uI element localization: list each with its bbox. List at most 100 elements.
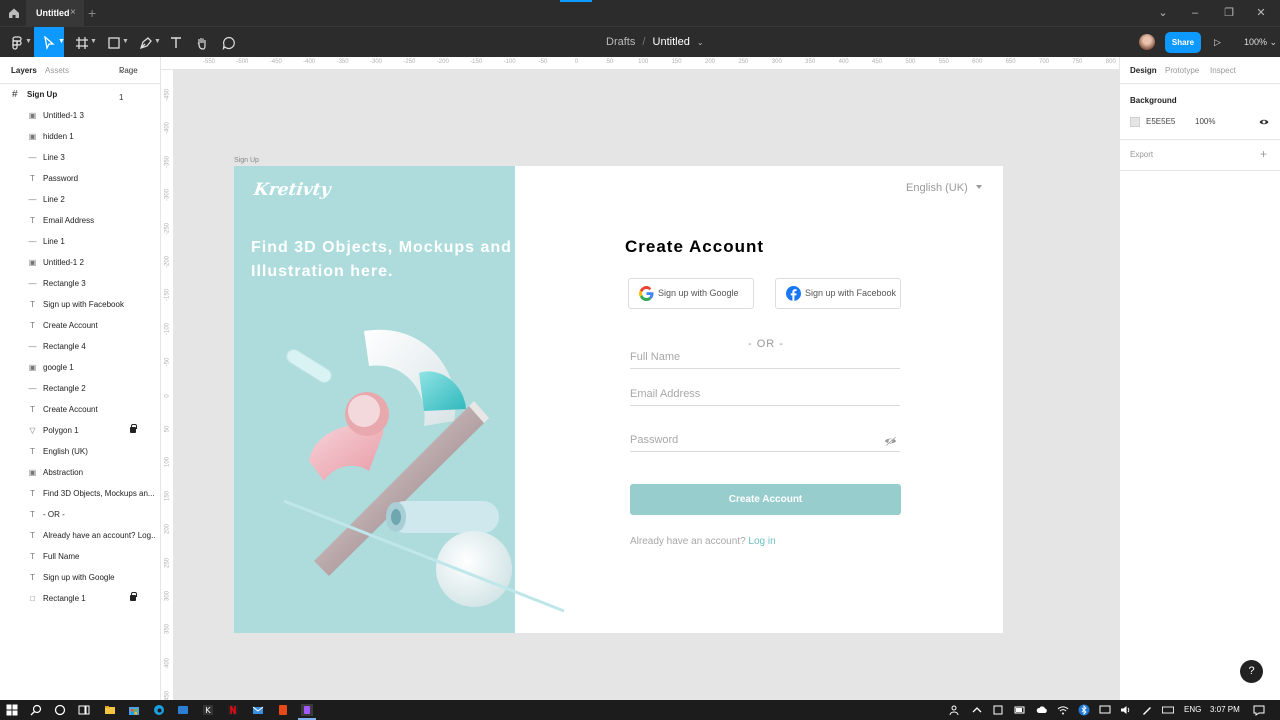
layer-item[interactable]: T Create Account (0, 399, 160, 420)
background-color-swatch[interactable] (1130, 117, 1140, 127)
tab-inspect[interactable]: Inspect (1210, 57, 1236, 84)
chevron-down-icon[interactable]: ⌄ (697, 38, 704, 47)
cortana-icon[interactable] (54, 704, 66, 716)
input-language[interactable]: ENG (1184, 700, 1201, 720)
app-icon[interactable] (177, 704, 189, 716)
chevron-down-icon[interactable] (976, 185, 982, 189)
comment-tool[interactable] (214, 27, 244, 58)
tab-layers[interactable]: Layers (11, 57, 37, 84)
layer-item[interactable]: T Sign up with Facebook (0, 294, 160, 315)
layer-item[interactable]: ▣ Untitled-1 3 (0, 105, 160, 126)
tab-prototype[interactable]: Prototype (1165, 57, 1199, 84)
pen-icon[interactable] (1141, 704, 1153, 716)
eye-icon[interactable] (1259, 118, 1269, 126)
chevron-down-icon[interactable]: ▼ (58, 38, 65, 45)
email-input[interactable] (630, 384, 880, 400)
login-link[interactable]: Log in (748, 536, 775, 547)
email-field[interactable] (630, 384, 900, 406)
netflix-icon[interactable] (227, 704, 239, 716)
layer-item[interactable]: — Rectangle 2 (0, 378, 160, 399)
tab-design[interactable]: Design (1130, 57, 1157, 84)
layer-item[interactable]: — Line 3 (0, 147, 160, 168)
chevron-down-icon[interactable]: ▼ (154, 38, 161, 45)
cloud-icon[interactable] (1036, 704, 1048, 716)
battery-icon[interactable] (1014, 704, 1026, 716)
wifi-icon[interactable] (1057, 704, 1069, 716)
chevron-down-icon[interactable]: ⌄ (1155, 0, 1171, 26)
full-name-input[interactable] (630, 347, 880, 363)
layer-item[interactable]: ▽ Polygon 1 (0, 420, 160, 441)
lock-icon[interactable] (130, 592, 137, 601)
hand-tool[interactable] (187, 27, 217, 58)
figma-taskbar-icon[interactable] (301, 704, 313, 716)
new-tab-icon[interactable]: + (88, 0, 96, 26)
create-account-button[interactable]: Create Account (630, 484, 901, 515)
full-name-field[interactable] (630, 347, 900, 369)
tab-assets[interactable]: Assets (45, 57, 69, 84)
windows-start-icon[interactable] (6, 704, 18, 716)
layer-item[interactable]: T Sign up with Google (0, 567, 160, 588)
layer-item[interactable]: — Rectangle 3 (0, 273, 160, 294)
chevron-down-icon[interactable]: ▼ (90, 38, 97, 45)
office-icon[interactable] (277, 704, 289, 716)
layer-item[interactable]: T Find 3D Objects, Mockups an... (0, 483, 160, 504)
share-button[interactable]: Share (1165, 32, 1201, 53)
home-icon[interactable] (8, 7, 20, 19)
breadcrumb-folder[interactable]: Drafts (606, 36, 635, 48)
layer-item[interactable]: T Email Address (0, 210, 160, 231)
background-hex[interactable]: E5E5E5 (1146, 117, 1175, 126)
notifications-icon[interactable] (1253, 704, 1265, 716)
layer-item[interactable]: T - OR - (0, 504, 160, 525)
minimize-icon[interactable]: – (1187, 0, 1203, 26)
people-icon[interactable] (949, 704, 961, 716)
help-button[interactable]: ? (1240, 660, 1263, 683)
file-explorer-icon[interactable] (104, 704, 116, 716)
layer-item[interactable]: ▣ Abstraction (0, 462, 160, 483)
layer-item[interactable]: T Password (0, 168, 160, 189)
layer-item[interactable]: □ Rectangle 1 (0, 588, 160, 609)
layer-item[interactable]: — Rectangle 4 (0, 336, 160, 357)
frame-label[interactable]: Sign Up (234, 157, 259, 164)
chevron-up-icon[interactable] (971, 704, 983, 716)
edge-icon[interactable] (153, 704, 165, 716)
volume-icon[interactable] (1120, 704, 1132, 716)
mail-icon[interactable] (252, 704, 264, 716)
layer-item[interactable]: T English (UK) (0, 441, 160, 462)
layer-frame-sign-up[interactable]: # Sign Up (0, 84, 160, 105)
close-tab-icon[interactable]: × (70, 0, 76, 26)
breadcrumb-file[interactable]: Untitled (653, 36, 690, 48)
store-icon[interactable] (128, 704, 140, 716)
chevron-down-icon[interactable]: ▼ (122, 38, 129, 45)
tray-app-icon[interactable] (992, 704, 1004, 716)
present-play-icon[interactable]: ▷ (1214, 27, 1221, 58)
layer-item[interactable]: T Full Name (0, 546, 160, 567)
add-export-icon[interactable]: + (1260, 147, 1267, 161)
display-icon[interactable] (1099, 704, 1111, 716)
layer-item[interactable]: ▣ Untitled-1 2 (0, 252, 160, 273)
bluetooth-icon[interactable] (1078, 704, 1090, 716)
lock-icon[interactable] (130, 424, 137, 433)
background-opacity[interactable]: 100% (1195, 117, 1215, 126)
chevron-down-icon[interactable]: ▼ (25, 38, 32, 45)
eye-off-icon[interactable] (884, 436, 897, 446)
language-selector[interactable]: English (UK) (906, 182, 968, 194)
clock[interactable]: 3:07 PM (1210, 700, 1240, 720)
zoom-dropdown[interactable]: 100% ⌄ (1244, 27, 1277, 58)
layer-item[interactable]: T Create Account (0, 315, 160, 336)
layer-item[interactable]: ▣ hidden 1 (0, 126, 160, 147)
avatar[interactable] (1139, 34, 1155, 50)
page-selector[interactable]: Page 1 ⌄ (119, 57, 138, 102)
facebook-signup-button[interactable]: Sign up with Facebook (775, 278, 901, 309)
app-icon[interactable]: K (202, 704, 214, 716)
layer-item[interactable]: T Already have an account? Log... (0, 525, 160, 546)
close-window-icon[interactable]: ✕ (1253, 0, 1269, 26)
password-input[interactable] (630, 430, 880, 446)
password-field[interactable] (630, 430, 900, 452)
maximize-icon[interactable]: ❐ (1221, 0, 1237, 26)
layer-item[interactable]: — Line 2 (0, 189, 160, 210)
google-signup-button[interactable]: Sign up with Google (628, 278, 754, 309)
layer-item[interactable]: — Line 1 (0, 231, 160, 252)
sign-up-frame[interactable]: Kretivty Find 3D Objects, Mockups and Il… (234, 166, 1003, 633)
task-view-icon[interactable] (78, 704, 90, 716)
layer-item[interactable]: ▣ google 1 (0, 357, 160, 378)
